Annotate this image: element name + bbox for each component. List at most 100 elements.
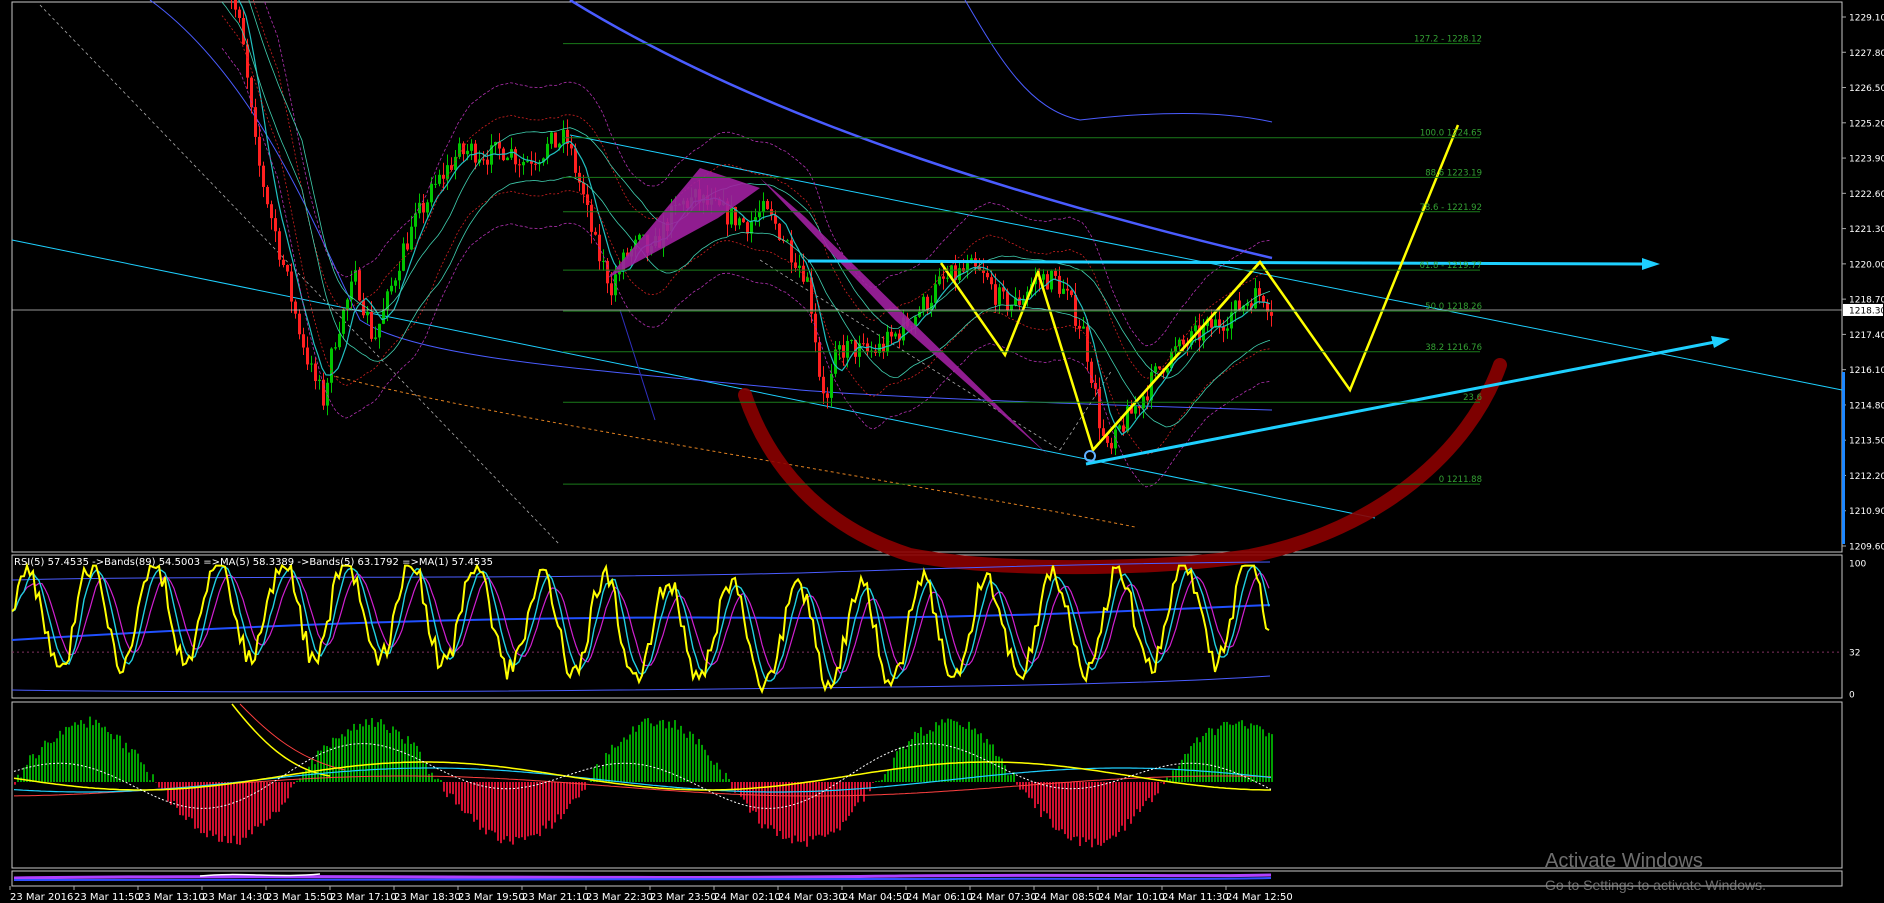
histogram-bar-up bbox=[1187, 753, 1189, 782]
histogram-bar-up bbox=[677, 729, 679, 782]
candle-body bbox=[1066, 288, 1069, 291]
candle-body bbox=[890, 331, 893, 337]
candle-body bbox=[1082, 326, 1085, 329]
histogram-bar-up bbox=[122, 748, 124, 782]
histogram-bar-down bbox=[746, 782, 748, 804]
histogram-bar-down bbox=[767, 782, 769, 829]
histogram-bar-down bbox=[563, 782, 565, 814]
histogram-bar-up bbox=[392, 726, 394, 782]
histogram-bar-up bbox=[56, 738, 58, 782]
histogram-bar-up bbox=[971, 729, 973, 782]
candle-body bbox=[862, 343, 865, 345]
time-tick-label: 23 Mar 13:10 bbox=[138, 892, 205, 903]
histogram-bar-up bbox=[407, 736, 409, 782]
histogram-bar-up bbox=[914, 731, 916, 782]
candle-body bbox=[838, 345, 841, 350]
candle-body bbox=[830, 373, 833, 398]
histogram-bar-up bbox=[434, 779, 436, 782]
histogram-bar-down bbox=[446, 782, 448, 798]
histogram-bar-up bbox=[905, 749, 907, 782]
candle-body bbox=[766, 201, 769, 210]
candle-body bbox=[1182, 339, 1185, 345]
histogram-bar-up bbox=[650, 723, 652, 782]
histogram-bar-up bbox=[1253, 725, 1255, 782]
main-overlays-front bbox=[221, 0, 1730, 575]
histogram-bar-up bbox=[707, 755, 709, 782]
price-tick-label: 1212.20 bbox=[1849, 472, 1884, 482]
fib-label: 0 1211.88 bbox=[1439, 475, 1482, 485]
histogram-bar-down bbox=[1121, 782, 1123, 826]
histogram-bar-up bbox=[134, 749, 136, 782]
time-tick-label: 24 Mar 03:30 bbox=[778, 892, 845, 903]
candle-body bbox=[762, 201, 765, 213]
histogram-bar-down bbox=[1094, 782, 1096, 839]
histogram-bar-down bbox=[1034, 782, 1036, 809]
candle-body bbox=[278, 231, 281, 260]
histogram-bar-down bbox=[830, 782, 832, 832]
histogram-bar-up bbox=[947, 718, 949, 782]
histogram-bar-down bbox=[1136, 782, 1138, 810]
histogram-bar-down bbox=[1049, 782, 1051, 819]
trading-chart[interactable]: 1229.10 1227.80 1226.50 1225.20 1223.90 1222.… bbox=[0, 0, 1884, 903]
histogram-bar-up bbox=[29, 755, 31, 782]
histogram-bar-down bbox=[1115, 782, 1117, 837]
histogram-bar-up bbox=[104, 726, 106, 782]
resistance-arrowhead bbox=[1642, 258, 1660, 270]
histogram-bar-up bbox=[938, 725, 940, 782]
candle-body bbox=[826, 393, 829, 398]
candle-body bbox=[590, 205, 593, 232]
histogram-bar-up bbox=[629, 734, 631, 782]
histogram-bar-up bbox=[362, 726, 364, 782]
histogram-bar-up bbox=[1007, 775, 1009, 782]
histogram-bar-down bbox=[1088, 782, 1090, 840]
candle-body bbox=[1146, 396, 1149, 401]
candle-body bbox=[1210, 318, 1213, 328]
histogram-bar-up bbox=[686, 737, 688, 782]
histogram-bar-down bbox=[458, 782, 460, 805]
histogram-bar-down bbox=[1064, 782, 1066, 835]
histogram-bar-down bbox=[503, 782, 505, 840]
price-tick-label: 1209.60 bbox=[1849, 543, 1884, 553]
histogram-bar-up bbox=[647, 718, 649, 782]
histogram-bar-down bbox=[464, 782, 466, 814]
histogram-bar-up bbox=[1265, 736, 1267, 782]
histogram-bar-down bbox=[545, 782, 547, 829]
candle-body bbox=[506, 157, 509, 161]
histogram-bar-down bbox=[509, 782, 511, 842]
histogram-bar-up bbox=[332, 737, 334, 782]
candle-body bbox=[758, 212, 761, 218]
price-tick-label: 1223.90 bbox=[1849, 155, 1884, 165]
histogram-bar-down bbox=[209, 782, 211, 831]
candle-body bbox=[610, 283, 613, 296]
candle-body bbox=[1270, 312, 1273, 316]
candle-body bbox=[946, 277, 949, 279]
histogram-bar-up bbox=[1220, 725, 1222, 782]
fib-label: 50.0 1218.26 bbox=[1425, 302, 1482, 312]
histogram-bar-down bbox=[800, 782, 802, 843]
candle-body bbox=[282, 259, 285, 266]
histogram-bar-up bbox=[365, 719, 367, 782]
histogram-bar-up bbox=[899, 747, 901, 782]
histogram-bar-down bbox=[539, 782, 541, 837]
histogram-bar-down bbox=[812, 782, 814, 840]
histogram-bar-down bbox=[266, 782, 268, 821]
histogram-bar-down bbox=[827, 782, 829, 835]
support-arrowhead bbox=[1711, 336, 1730, 348]
candle-body bbox=[822, 376, 825, 394]
histogram-bar-up bbox=[956, 721, 958, 782]
histogram-bar-up bbox=[941, 719, 943, 782]
histogram-bar-down bbox=[863, 782, 865, 802]
histogram-bar-up bbox=[119, 735, 121, 782]
histogram-bar-up bbox=[1214, 735, 1216, 782]
time-tick-label: 23 Mar 11:50 bbox=[74, 892, 141, 903]
candle-body bbox=[514, 149, 517, 165]
candle-body bbox=[1010, 305, 1013, 311]
histogram-bar-up bbox=[329, 747, 331, 782]
histogram-bar-down bbox=[515, 782, 517, 837]
histogram-bar-down bbox=[488, 782, 490, 830]
histogram-bar-down bbox=[1082, 782, 1084, 838]
candle-body bbox=[438, 174, 441, 184]
histogram-bar-down bbox=[1124, 782, 1126, 831]
histogram-bar-down bbox=[833, 782, 835, 833]
histogram-bar-down bbox=[818, 782, 820, 835]
